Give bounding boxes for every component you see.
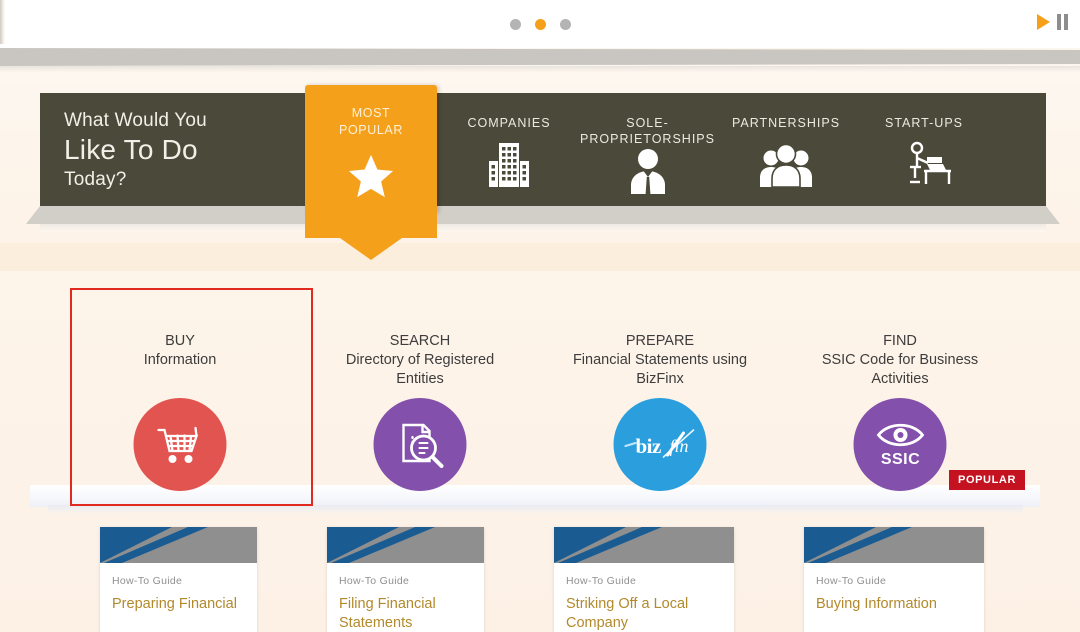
guide-card-kicker: How-To Guide: [112, 575, 183, 587]
tab-start-ups[interactable]: START-UPS: [862, 115, 986, 192]
category-nav-shadow: [40, 224, 1046, 232]
star-icon: [348, 154, 394, 198]
guide-card-kicker: How-To Guide: [816, 575, 887, 587]
action-card-find[interactable]: FIND SSIC Code for Business Activities S…: [780, 286, 1025, 501]
action-card-prepare-title: PREPARE Financial Statements using BizFi…: [540, 286, 780, 389]
group-people-icon: [760, 143, 812, 188]
nav-heading-line2: Like To Do: [64, 134, 198, 165]
guide-card-filing-financial-statements[interactable]: How-To Guide Filing Financial Statements: [327, 527, 484, 632]
guide-card-buying-information[interactable]: How-To Guide Buying Information: [804, 527, 984, 632]
nav-heading: What Would You Like To Do Today?: [64, 109, 207, 192]
action-card-prepare-subtitle2: BizFinx: [636, 371, 684, 387]
tab-sole-proprietorships[interactable]: SOLE- PROPRIETORSHIPS: [570, 115, 725, 199]
nav-heading-line1: What Would You: [64, 110, 207, 131]
category-nav: What Would You Like To Do Today? MOST PO…: [26, 85, 1060, 260]
action-card-search-subtitle: Directory of Registered: [345, 352, 495, 368]
guide-card-kicker: How-To Guide: [339, 575, 410, 587]
guide-card-header: [554, 527, 734, 563]
carousel-dot-1[interactable]: [509, 19, 521, 30]
nav-heading-line3: Today?: [64, 169, 127, 190]
action-card-prepare-verb: PREPARE: [625, 333, 695, 349]
action-card-search-title: SEARCH Directory of Registered Entities: [300, 286, 540, 389]
action-card-buy-subtitle: Information: [143, 352, 217, 368]
tab-most-popular-pointer: [305, 213, 437, 260]
bizfinx-logo-icon: biz fin: [623, 428, 694, 458]
guide-card-header: [100, 527, 257, 563]
action-card-prepare-icon-circle[interactable]: biz fin: [613, 398, 707, 491]
tab-sole-proprietorships-line2: PROPRIETORSHIPS: [580, 132, 715, 146]
tab-most-popular-line1: MOST: [351, 106, 391, 120]
carousel-dot-3[interactable]: [559, 19, 571, 30]
carousel-control-bar: [0, 0, 1080, 48]
guide-card-header: [804, 527, 984, 563]
action-card-search-icon-circle[interactable]: [373, 398, 467, 491]
tab-partnerships-label: PARTNERSHIPS: [731, 116, 841, 130]
guide-card-header: [327, 527, 484, 563]
category-nav-base: [26, 206, 1060, 224]
svg-text:SSIC: SSIC: [880, 451, 919, 468]
carousel-ledge-shadow: [0, 66, 1080, 72]
action-card-find-title: FIND SSIC Code for Business Activities: [780, 286, 1020, 389]
tab-most-popular-line2: POPULAR: [339, 123, 403, 137]
tab-most-popular[interactable]: MOST POPULAR: [305, 85, 437, 213]
action-card-buy-icon-circle[interactable]: [133, 398, 227, 491]
action-card-search[interactable]: SEARCH Directory of Registered Entities: [300, 286, 540, 501]
svg-text:biz: biz: [635, 434, 661, 458]
status-badge-popular: POPULAR: [949, 470, 1025, 490]
play-icon[interactable]: [1037, 14, 1050, 30]
action-card-buy-title: BUY Information: [60, 286, 300, 370]
background-band-upper: [0, 243, 1080, 271]
guide-card-striking-off-local-company[interactable]: How-To Guide Striking Off a Local Compan…: [554, 527, 734, 632]
action-card-buy-verb: BUY: [165, 333, 195, 349]
how-to-guide-row: How-To Guide Preparing Financial How-To …: [100, 527, 990, 632]
action-card-row: BUY Information SEARCH Directory of Regi…: [60, 286, 1025, 501]
carousel-playback-controls[interactable]: [1037, 14, 1068, 30]
guide-card-preparing-financial[interactable]: How-To Guide Preparing Financial: [100, 527, 257, 632]
guide-card-title: Striking Off a Local Company: [566, 596, 689, 631]
action-card-search-subtitle2: Entities: [396, 371, 444, 387]
shopping-cart-icon: [156, 426, 198, 463]
document-magnifier-icon: [401, 423, 443, 468]
tab-start-ups-label: START-UPS: [885, 116, 963, 130]
action-card-find-subtitle2: Activities: [871, 371, 929, 387]
carousel-dot-2[interactable]: [534, 19, 546, 30]
tab-partnerships[interactable]: PARTNERSHIPS: [722, 115, 850, 192]
pause-icon[interactable]: [1057, 14, 1068, 30]
guide-card-title: Buying Information: [816, 596, 937, 612]
action-card-search-verb: SEARCH: [389, 333, 451, 349]
tab-sole-proprietorships-label: SOLE- PROPRIETORSHIPS: [570, 115, 725, 147]
display-shelf-edge: [48, 505, 1023, 514]
guide-card-title: Filing Financial Statements: [339, 596, 436, 631]
tab-companies-label: COMPANIES: [467, 116, 551, 130]
tab-most-popular-label: MOST POPULAR: [305, 105, 437, 139]
action-card-find-verb: FIND: [883, 333, 917, 349]
action-card-prepare[interactable]: PREPARE Financial Statements using BizFi…: [540, 286, 780, 501]
action-card-find-icon-circle[interactable]: SSIC: [853, 398, 947, 491]
tab-companies[interactable]: COMPANIES: [445, 115, 573, 192]
tab-sole-proprietorships-line1: SOLE-: [626, 116, 669, 130]
guide-card-title: Preparing Financial: [112, 596, 237, 612]
action-card-prepare-subtitle: Financial Statements using: [572, 352, 748, 368]
office-building-icon: [489, 143, 529, 187]
svg-text:fin: fin: [669, 436, 688, 456]
guide-card-kicker: How-To Guide: [566, 575, 637, 587]
ssic-eye-icon: SSIC: [876, 423, 924, 468]
carousel-bottom-ledge: [0, 48, 1080, 66]
action-card-buy[interactable]: BUY Information: [60, 286, 300, 501]
businessman-icon: [630, 149, 665, 194]
carousel-dots[interactable]: [0, 19, 1080, 30]
action-card-find-subtitle: SSIC Code for Business: [821, 352, 979, 368]
person-at-desk-icon: [910, 141, 951, 184]
